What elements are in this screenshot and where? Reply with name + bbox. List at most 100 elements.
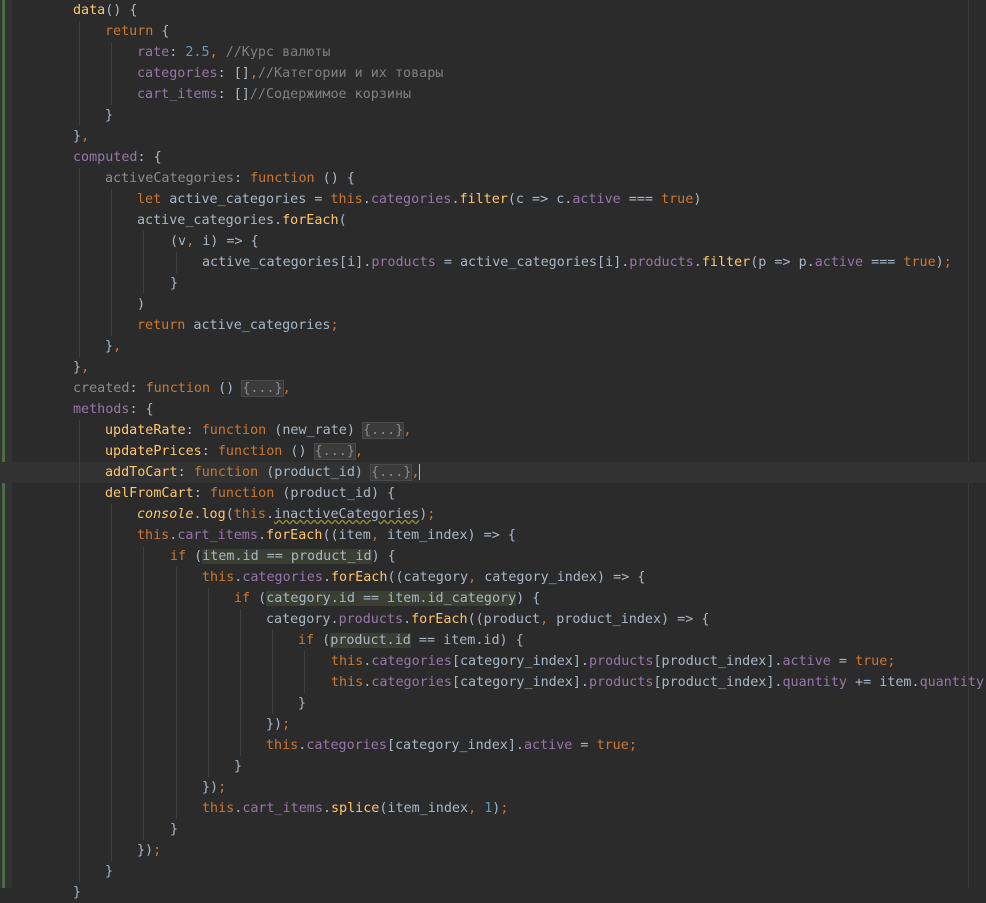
indent-guide: [143, 546, 144, 567]
code-line[interactable]: }: [0, 861, 986, 882]
code-line[interactable]: this.cart_items.forEach((item, item_inde…: [0, 525, 986, 546]
code-line[interactable]: activeCategories: function () {: [0, 168, 986, 189]
code-token: ,: [113, 339, 122, 354]
code-line[interactable]: this.categories[category_index].products…: [0, 672, 986, 693]
code-line[interactable]: rate: 2.5, //Курс валюты: [0, 42, 986, 63]
code-line[interactable]: created: function () {...},: [0, 378, 986, 399]
code-line[interactable]: }: [0, 273, 986, 294]
code-token: [category_index].: [386, 738, 524, 753]
code-token: ): [693, 192, 702, 207]
code-token: this: [137, 528, 170, 543]
code-line[interactable]: }: [0, 819, 986, 840]
code-token: }: [170, 822, 179, 837]
folded-code-region[interactable]: {...}: [370, 464, 413, 481]
code-token: += item.: [847, 675, 920, 690]
code-token: =: [830, 654, 856, 669]
indent-guide: [111, 819, 112, 840]
code-line[interactable]: console.log(this.inactiveCategories);: [0, 504, 986, 525]
code-line[interactable]: return {: [0, 21, 986, 42]
code-line-text: this.categories[category_index].products…: [331, 651, 895, 672]
code-token: this: [233, 507, 266, 522]
folded-code-region[interactable]: {...}: [241, 380, 284, 397]
indent-guide: [111, 315, 112, 336]
indent-guide: [176, 756, 177, 777]
code-token: activeCategories: [105, 171, 234, 186]
code-line-text: this.cart_items.forEach((item, item_inde…: [137, 525, 516, 546]
code-line[interactable]: this.categories.forEach((category, categ…: [0, 567, 986, 588]
code-line[interactable]: return active_categories;: [0, 315, 986, 336]
code-line[interactable]: }: [0, 105, 986, 126]
code-line[interactable]: active_categories[i].products = active_c…: [0, 252, 986, 273]
code-token: return: [137, 318, 186, 333]
code-token: if: [234, 591, 251, 606]
code-token: ): [137, 297, 146, 312]
code-token: //Содержимое корзины: [249, 87, 412, 102]
code-line[interactable]: }: [0, 693, 986, 714]
code-token: console: [137, 507, 194, 522]
code-line[interactable]: });: [0, 777, 986, 798]
code-token: () {: [105, 3, 138, 18]
code-line[interactable]: updateRate: function (new_rate) {...},: [0, 420, 986, 441]
code-line[interactable]: }: [0, 882, 986, 903]
code-token: active_categories.: [137, 213, 283, 228]
code-token: .: [451, 192, 460, 207]
indent-guide: [143, 231, 144, 252]
indent-guide: [111, 672, 112, 693]
code-editor[interactable]: data() {return {rate: 2.5, //Курс валюты…: [0, 0, 986, 900]
code-line[interactable]: (v, i) => {: [0, 231, 986, 252]
code-line[interactable]: updatePrices: function () {...},: [0, 441, 986, 462]
code-token: }): [266, 717, 283, 732]
code-line[interactable]: category.products.forEach((product, prod…: [0, 609, 986, 630]
code-token: if: [170, 549, 187, 564]
folded-code-region[interactable]: {...}: [313, 443, 356, 460]
code-token: forEach: [331, 570, 388, 585]
indent-guide: [111, 504, 112, 525]
code-line[interactable]: delFromCart: function (product_id) {: [0, 483, 986, 504]
code-token: }: [73, 885, 82, 900]
code-token: == item.id) {: [410, 633, 524, 648]
indent-guide: [143, 756, 144, 777]
code-token: quantity: [919, 675, 985, 690]
code-line[interactable]: if (item.id == product_id) {: [0, 546, 986, 567]
indent-guide: [111, 798, 112, 819]
code-line[interactable]: categories: [],//Категории и их товары: [0, 63, 986, 84]
code-line[interactable]: });: [0, 714, 986, 735]
code-line[interactable]: computed: {: [0, 147, 986, 168]
code-line[interactable]: if (product.id == item.id) {: [0, 630, 986, 651]
code-token: rate: [137, 45, 170, 60]
code-token: [product_index].: [653, 675, 783, 690]
code-line[interactable]: this.categories[category_index].products…: [0, 651, 986, 672]
code-token: .: [403, 612, 412, 627]
code-line[interactable]: cart_items: []//Содержимое корзины: [0, 84, 986, 105]
code-line-text: return active_categories;: [137, 315, 339, 336]
code-line[interactable]: if (category.id == item.id_category) {: [0, 588, 986, 609]
code-line[interactable]: let active_categories = this.categories.…: [0, 189, 986, 210]
code-line[interactable]: active_categories.forEach(: [0, 210, 986, 231]
code-line[interactable]: this.categories[category_index].active =…: [0, 735, 986, 756]
code-line[interactable]: },: [0, 336, 986, 357]
indent-guide: [79, 588, 80, 609]
code-line[interactable]: data() {: [0, 0, 986, 21]
code-line[interactable]: },: [0, 357, 986, 378]
code-token: active: [814, 255, 864, 270]
indent-guide: [79, 252, 80, 273]
code-line[interactable]: },: [0, 126, 986, 147]
folded-code-region[interactable]: {...}: [361, 422, 405, 439]
code-token: ((category: [387, 570, 469, 585]
code-line[interactable]: methods: {: [0, 399, 986, 420]
code-line[interactable]: }: [0, 756, 986, 777]
code-token: quantity: [782, 675, 848, 690]
code-line[interactable]: addToCart: function (product_id) {...},: [0, 462, 986, 483]
code-token: ,: [411, 465, 420, 480]
code-line[interactable]: ): [0, 294, 986, 315]
indent-guide: [143, 252, 144, 273]
indent-guide: [111, 609, 112, 630]
code-line[interactable]: });: [0, 840, 986, 861]
code-token: active_categories =: [161, 192, 331, 207]
indent-guide: [79, 609, 80, 630]
code-token: ===: [863, 255, 904, 270]
code-token: products: [589, 675, 654, 690]
code-token: ;: [282, 717, 291, 732]
code-token: : []: [217, 87, 250, 102]
code-line[interactable]: this.cart_items.splice(item_index, 1);: [0, 798, 986, 819]
